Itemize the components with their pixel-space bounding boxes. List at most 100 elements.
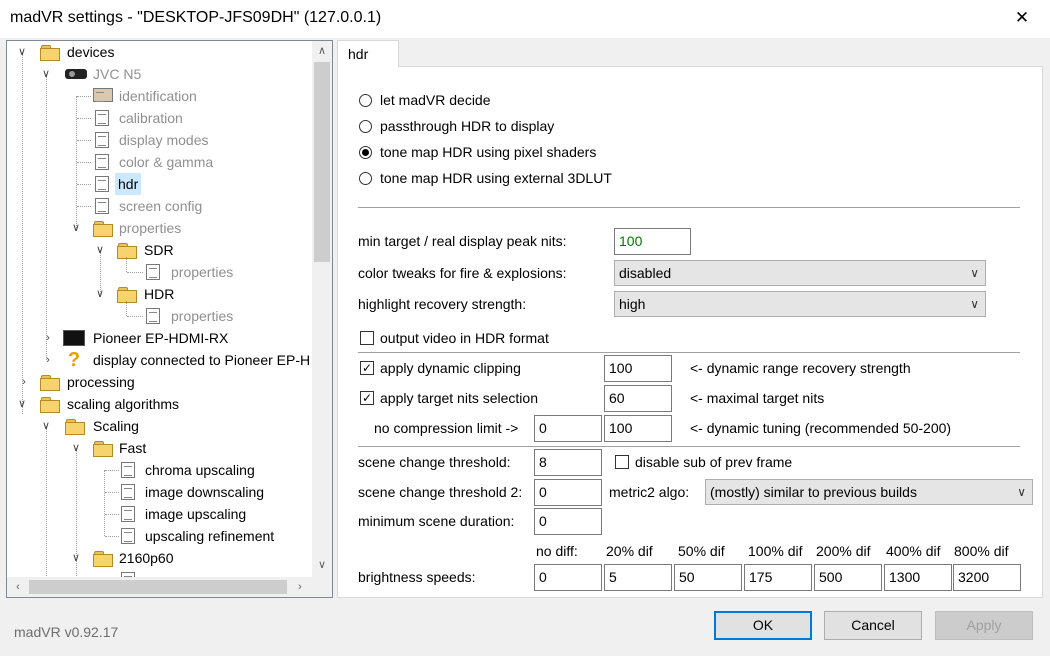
tree-item-image-upscaling[interactable]: image upscaling (7, 503, 307, 525)
no-compression-input[interactable]: 0 (534, 415, 602, 442)
chevron-right-icon[interactable]: › (41, 327, 55, 349)
scrollbar-thumb[interactable] (29, 580, 287, 594)
device-icon (63, 330, 85, 346)
brightness-input-no-diff[interactable]: 0 (534, 564, 602, 591)
tree-item-hdr-folder[interactable]: ∨ HDR (7, 283, 307, 305)
brightness-input-100[interactable]: 175 (744, 564, 812, 591)
chevron-down-icon[interactable]: ∨ (69, 547, 83, 569)
scene-threshold-input[interactable]: 8 (534, 449, 602, 476)
scroll-down-icon[interactable]: ∨ (313, 556, 331, 574)
radio-passthrough[interactable] (359, 120, 372, 133)
radio-pixel-shaders[interactable] (359, 146, 372, 159)
tree-item-label: upscaling refinement (145, 528, 275, 544)
tree-item-label: properties (171, 264, 234, 280)
tree-item-properties[interactable]: ∨ properties (7, 217, 307, 239)
tree-line (105, 536, 119, 537)
radio-let-madvr-decide[interactable] (359, 94, 372, 107)
chevron-down-icon: ∨ (970, 297, 979, 311)
folder-icon (65, 419, 85, 435)
min-scene-duration-input[interactable]: 0 (534, 508, 602, 535)
min-target-input[interactable]: 100 (614, 228, 691, 255)
output-hdr-checkbox[interactable] (360, 331, 374, 345)
tree-line (77, 206, 91, 207)
chevron-down-icon[interactable]: ∨ (15, 393, 29, 415)
tree-item-screen-config[interactable]: screen config (7, 195, 307, 217)
version-label: madVR v0.92.17 (14, 624, 119, 640)
tree-item-display-modes[interactable]: display modes (7, 129, 307, 151)
cancel-button[interactable]: Cancel (824, 611, 922, 640)
tree-item-scaling[interactable]: ∨ Scaling (7, 415, 307, 437)
tree-item-devices[interactable]: ∨ devices (7, 41, 307, 63)
tree-horizontal-scrollbar[interactable]: ‹ › (7, 577, 312, 597)
brightness-input-200[interactable]: 500 (814, 564, 882, 591)
tree-item-label: scaling algorithms (67, 396, 180, 412)
tree-item-pioneer[interactable]: › Pioneer EP-HDMI-RX (7, 327, 307, 349)
scrollbar-thumb[interactable] (314, 62, 330, 262)
tree-item-chroma-upscaling[interactable]: chroma upscaling (7, 459, 307, 481)
divider (358, 352, 1020, 353)
ok-button[interactable]: OK (714, 611, 812, 640)
apply-button[interactable]: Apply (935, 611, 1033, 640)
brightness-input-400[interactable]: 1300 (884, 564, 952, 591)
settings-tree[interactable]: ∨ devices ∨ JVC N5 identification calibr… (6, 40, 333, 598)
dynamic-tuning-input[interactable]: 100 (604, 415, 672, 442)
chevron-down-icon[interactable]: ∨ (93, 283, 107, 305)
metric2-algo-select[interactable]: (mostly) similar to previous builds ∨ (705, 479, 1033, 505)
disable-sub-prev-frame-checkbox[interactable] (615, 455, 629, 469)
tree-item-label: Scaling (93, 418, 139, 434)
tree-item-display-connected[interactable]: › ? display connected to Pioneer EP-H (7, 349, 312, 371)
chevron-down-icon[interactable]: ∨ (15, 41, 29, 63)
folder-icon (40, 375, 60, 391)
tree-item-color-gamma[interactable]: color & gamma (7, 151, 307, 173)
tree-item-processing[interactable]: › processing (7, 371, 307, 393)
tree-item-image-downscaling[interactable]: image downscaling (7, 481, 307, 503)
chevron-down-icon[interactable]: ∨ (39, 415, 53, 437)
brightness-input-50[interactable]: 50 (674, 564, 742, 591)
folder-icon (40, 45, 60, 61)
target-nits-checkbox[interactable]: ✓ (360, 391, 374, 405)
tree-vertical-scrollbar[interactable]: ∧ ∨ (312, 41, 332, 577)
scene-threshold-2-input[interactable]: 0 (534, 479, 602, 506)
chevron-right-icon[interactable]: › (41, 349, 55, 371)
scroll-corner (312, 577, 332, 597)
tab-hdr[interactable]: hdr (337, 40, 399, 67)
tree-item-2160p60[interactable]: ∨ 2160p60 (7, 547, 307, 569)
tree-item-hdr[interactable]: hdr (7, 173, 307, 195)
target-nits-input[interactable]: 60 (604, 385, 672, 412)
brightness-input-20[interactable]: 5 (604, 564, 672, 591)
scene-threshold-2-label: scene change threshold 2: (358, 484, 523, 500)
dynamic-clipping-input[interactable]: 100 (604, 355, 672, 382)
tree-item-label: display modes (119, 132, 209, 148)
tree-item-scaling-algorithms[interactable]: ∨ scaling algorithms (7, 393, 307, 415)
chevron-down-icon[interactable]: ∨ (69, 437, 83, 459)
highlight-recovery-select[interactable]: high ∨ (614, 291, 986, 317)
hdr-panel: let madVR decide passthrough HDR to disp… (337, 66, 1043, 598)
tree-item-identification[interactable]: identification (7, 85, 307, 107)
chevron-right-icon[interactable]: › (17, 371, 31, 393)
tree-item-upscaling-refinement[interactable]: upscaling refinement (7, 525, 307, 547)
tree-item-calibration[interactable]: calibration (7, 107, 307, 129)
chevron-down-icon[interactable]: ∨ (39, 63, 53, 85)
highlight-recovery-label: highlight recovery strength: (358, 296, 527, 312)
dynamic-clipping-checkbox[interactable]: ✓ (360, 361, 374, 375)
target-nits-note: <- maximal target nits (690, 390, 825, 406)
tree-line (77, 140, 91, 141)
tree-item-label: processing (67, 374, 135, 390)
scroll-right-icon[interactable]: › (291, 578, 309, 596)
radio-external-3dlut[interactable] (359, 172, 372, 185)
scroll-left-icon[interactable]: ‹ (9, 578, 27, 596)
tree-item-hdr-properties[interactable]: properties (7, 301, 307, 327)
tree-line (127, 272, 143, 273)
tree-item-sdr[interactable]: ∨ SDR (7, 239, 307, 261)
tree-item-jvc-n5[interactable]: ∨ JVC N5 (7, 63, 307, 85)
select-value: (mostly) similar to previous builds (710, 484, 917, 500)
scroll-up-icon[interactable]: ∧ (313, 42, 331, 60)
close-icon[interactable]: ✕ (1008, 4, 1036, 32)
brightness-input-800[interactable]: 3200 (953, 564, 1021, 591)
tree-line (77, 118, 91, 119)
chevron-down-icon[interactable]: ∨ (69, 217, 83, 239)
tree-item-fast[interactable]: ∨ Fast (7, 437, 307, 459)
chevron-down-icon[interactable]: ∨ (93, 239, 107, 261)
tree-item-sdr-properties[interactable]: properties (7, 257, 307, 283)
color-tweaks-select[interactable]: disabled ∨ (614, 260, 986, 286)
